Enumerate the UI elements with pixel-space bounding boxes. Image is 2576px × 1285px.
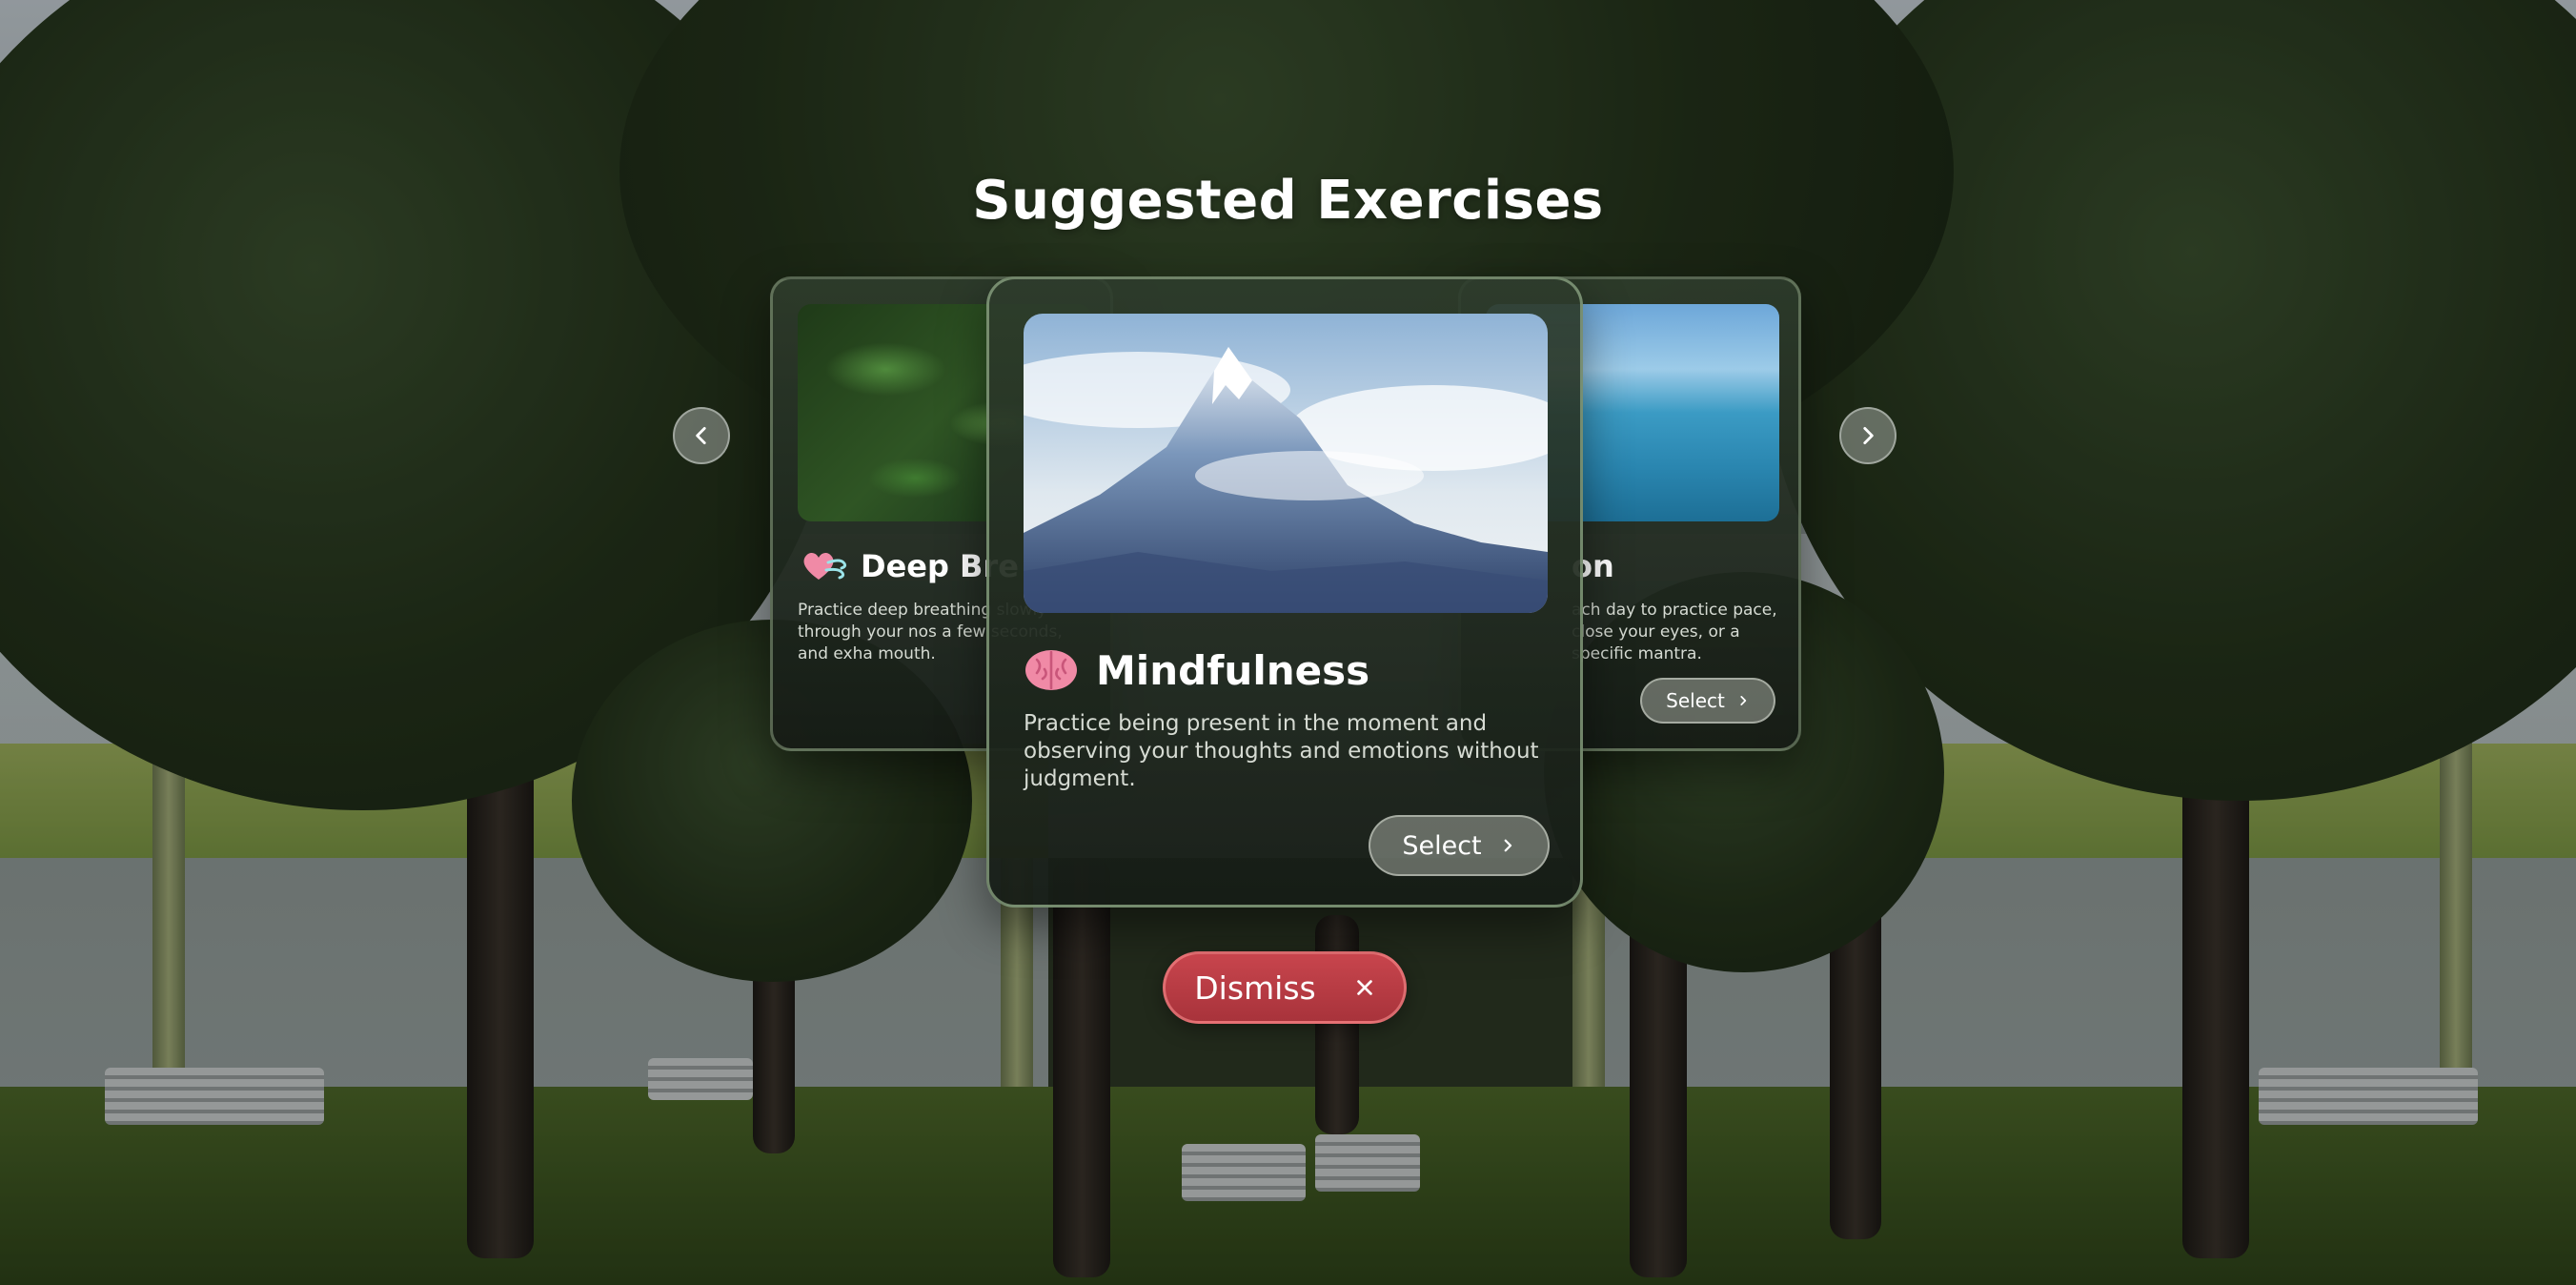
card-image-mountain <box>1024 314 1548 613</box>
exercise-card-mindfulness[interactable]: Mindfulness Practice being present in th… <box>986 276 1583 908</box>
heart-breath-icon <box>803 552 847 580</box>
dismiss-button-label: Dismiss <box>1194 969 1316 1007</box>
chevron-right-icon <box>1504 839 1511 852</box>
chevron-right-icon <box>1740 696 1747 705</box>
card-title-text: Mindfulness <box>1096 646 1370 694</box>
chevron-right-icon <box>1863 427 1874 444</box>
select-button-label: Select <box>1402 830 1482 861</box>
mountain-image <box>1024 314 1548 613</box>
brain-icon <box>1025 650 1077 690</box>
card-description: ach day to practice pace, close your eye… <box>1572 601 1777 663</box>
chevron-left-icon <box>696 427 706 444</box>
select-button[interactable]: Select <box>1369 815 1550 876</box>
page-title: Suggested Exercises <box>972 170 1604 232</box>
carousel-next-button[interactable] <box>1839 407 1897 464</box>
close-icon <box>1356 980 1372 995</box>
dismiss-button[interactable]: Dismiss <box>1163 951 1407 1024</box>
select-button[interactable]: Select <box>1640 678 1775 724</box>
card-title: Mindfulness <box>1024 646 1369 694</box>
select-button-label: Select <box>1666 689 1725 712</box>
card-description: Practice being present in the moment and… <box>1024 711 1539 791</box>
carousel-prev-button[interactable] <box>673 407 730 464</box>
